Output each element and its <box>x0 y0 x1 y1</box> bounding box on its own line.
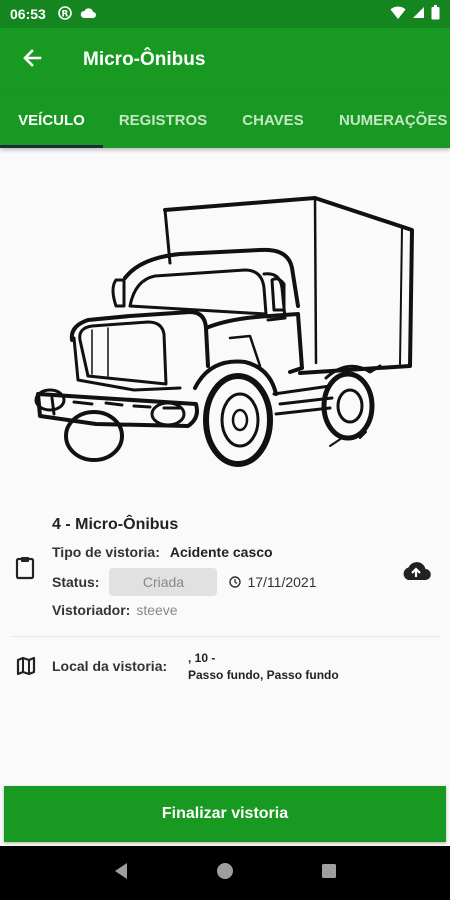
cloud-status-icon <box>80 6 96 22</box>
status-label: Status: <box>52 574 100 590</box>
clipboard-icon <box>15 556 35 585</box>
inspector-label: Vistoriador: <box>52 602 131 618</box>
back-button[interactable] <box>0 28 64 92</box>
page-title: Micro-Ônibus <box>83 49 206 70</box>
tab-chaves[interactable]: CHAVES <box>223 92 323 148</box>
circle-home-icon <box>216 862 234 885</box>
inspector-row: Vistoriador: steeve <box>52 602 178 618</box>
location-address-line2: Passo fundo, Passo fundo <box>188 668 339 682</box>
system-nav-bar <box>0 846 450 900</box>
svg-text:R: R <box>61 9 68 19</box>
location-address-line1: , 10 - <box>188 651 216 665</box>
clock-time: 06:53 <box>10 6 46 22</box>
tab-bar: VEÍCULO REGISTROS CHAVES NUMERAÇÕES <box>0 92 450 148</box>
location-label: Local da vistoria: <box>52 658 168 674</box>
arrow-back-icon <box>22 48 42 73</box>
status-bar: 06:53 R <box>0 0 450 28</box>
inspection-type-label: Tipo de vistoria: <box>52 544 160 560</box>
triangle-back-icon <box>113 862 129 885</box>
cloud-upload-icon[interactable] <box>401 560 431 587</box>
tab-registros[interactable]: REGISTROS <box>103 92 223 148</box>
map-icon <box>16 656 36 681</box>
nav-home-button[interactable] <box>216 862 234 885</box>
vehicle-name: 4 - Micro-Ônibus <box>52 516 179 533</box>
finalize-inspection-button[interactable]: Finalizar vistoria <box>4 786 446 842</box>
sync-icon: R <box>58 5 72 23</box>
signal-icon <box>412 6 425 22</box>
inspection-date: 17/11/2021 <box>247 574 317 590</box>
inspection-type-value: Acidente casco <box>169 544 273 560</box>
app-bar: Micro-Ônibus <box>0 28 450 92</box>
tab-veiculo[interactable]: VEÍCULO <box>0 92 103 148</box>
status-badge: Criada <box>109 568 218 596</box>
square-recents-icon <box>321 863 337 884</box>
tab-numeracoes[interactable]: NUMERAÇÕES <box>323 92 450 148</box>
inspector-value: steeve <box>136 602 178 618</box>
clock-icon <box>229 576 242 588</box>
nav-recents-button[interactable] <box>321 863 337 884</box>
nav-back-button[interactable] <box>113 862 129 885</box>
inspection-type-row: Tipo de vistoria: Acidente casco <box>52 544 273 560</box>
divider <box>12 636 440 637</box>
vehicle-illustration <box>30 188 420 478</box>
wifi-icon <box>390 6 406 23</box>
battery-icon <box>431 5 440 23</box>
status-row: Status: Criada 17/11/2021 <box>52 568 316 596</box>
